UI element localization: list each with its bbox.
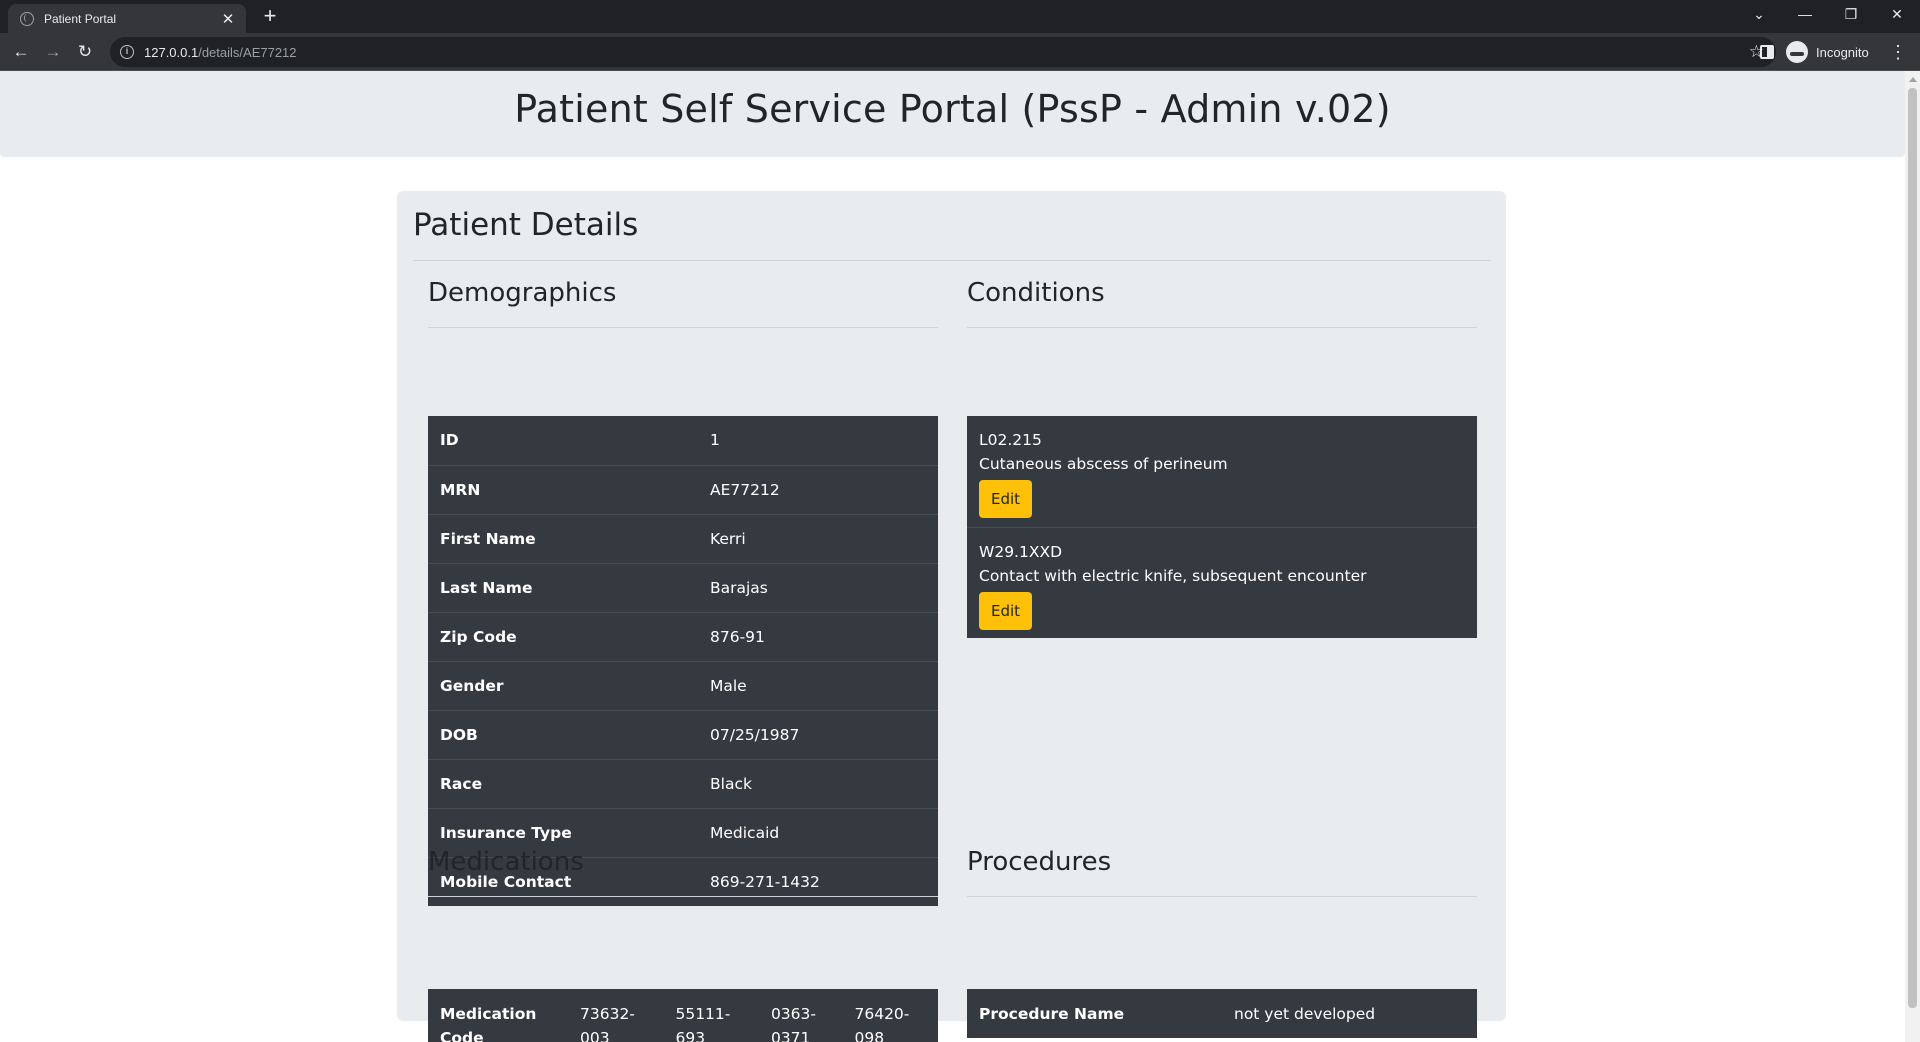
card-title: Patient Details xyxy=(413,207,639,243)
medication-code-cell: 0363- 0371 xyxy=(759,989,843,1042)
medication-key-line1: Medication xyxy=(440,1005,537,1023)
table-row: Procedure Name not yet developed xyxy=(967,989,1477,1038)
table-row: Last Name Barajas xyxy=(428,562,938,612)
demographic-value: Male xyxy=(698,660,938,710)
edit-condition-button[interactable]: Edit xyxy=(979,480,1033,518)
page-scrollbar[interactable] xyxy=(1905,71,1920,1042)
condition-description: Cutaneous abscess of perineum xyxy=(979,455,1228,473)
demographic-label: Race xyxy=(428,758,698,808)
demographic-value: 869-271-1432 xyxy=(698,856,938,906)
tab-close-icon[interactable]: ✕ xyxy=(220,10,236,28)
demographic-label: DOB xyxy=(428,709,698,759)
table-row: Race Black xyxy=(428,758,938,808)
medication-code-part: 693 xyxy=(675,1029,706,1042)
medication-code-part: 003 xyxy=(580,1029,610,1042)
medication-code-cell: 76420- 098 xyxy=(842,989,938,1042)
demographic-label: Last Name xyxy=(428,562,698,612)
medications-table: Medication Code 73632- 003 55111- 693 0363… xyxy=(428,989,938,1042)
page-title: Patient Self Service Portal (PssP - Admi… xyxy=(514,87,1391,131)
demographic-value: Medicaid xyxy=(698,807,938,857)
condition-item: L02.215 Cutaneous abscess of perineum Ed… xyxy=(967,416,1477,527)
divider xyxy=(428,327,938,328)
demographic-value: Black xyxy=(698,758,938,808)
divider xyxy=(967,327,1477,328)
table-row: Medication Code 73632- 003 55111- 693 0363… xyxy=(428,989,938,1042)
scrollbar-thumb[interactable] xyxy=(1908,88,1917,1008)
address-bar[interactable]: i 127.0.0.1/details/AE77212 ☆ xyxy=(110,37,1776,67)
medication-code-part: 0371 xyxy=(770,1029,811,1042)
procedures-title: Procedures xyxy=(967,847,1112,877)
table-row: First Name Kerri xyxy=(428,513,938,563)
demographic-value: Kerri xyxy=(698,513,938,563)
demographic-value: 876-91 xyxy=(698,611,938,661)
site-info-icon[interactable]: i xyxy=(120,45,134,59)
condition-description: Contact with electric knife, subsequent … xyxy=(979,567,1367,585)
globe-icon xyxy=(20,11,34,26)
incognito-indicator[interactable]: Incognito xyxy=(1786,37,1869,67)
tab-title: Patient Portal xyxy=(44,11,117,26)
divider xyxy=(428,896,938,897)
demographic-label: Gender xyxy=(428,660,698,710)
patient-details-card: Patient Details Demographics ID 1 MRN AE772… xyxy=(397,191,1506,1042)
browser-tab-bar: Patient Portal ✕ + ⌄ — ❐ ✕ xyxy=(0,0,1920,33)
new-tab-button[interactable]: + xyxy=(258,4,282,28)
demographic-label: ID xyxy=(440,431,459,450)
condition-code: W29.1XXD xyxy=(979,543,1063,561)
medication-code-cell: 73632- 003 xyxy=(568,989,663,1042)
tab-search-icon[interactable]: ⌄ xyxy=(1736,0,1782,28)
restore-icon[interactable]: ❐ xyxy=(1828,0,1874,28)
medication-code-part: 55111- xyxy=(675,1005,731,1023)
divider xyxy=(413,260,1490,261)
page-viewport: Patient Self Service Portal (PssP - Admi… xyxy=(0,71,1905,1042)
demographics-table: ID 1 MRN AE77212 First Name Kerri Last Name Bar… xyxy=(428,416,938,906)
minimize-icon[interactable]: — xyxy=(1782,0,1828,28)
browser-toolbar: ← → ↻ i 127.0.0.1/details/AE77212 ☆ Inco… xyxy=(0,33,1920,71)
close-window-icon[interactable]: ✕ xyxy=(1874,0,1920,28)
medication-code-cell: 55111- 693 xyxy=(663,989,758,1042)
medication-code-part: 73632- xyxy=(580,1005,635,1023)
medication-key-line2: Code xyxy=(440,1029,484,1042)
side-panel-icon[interactable] xyxy=(1760,45,1774,59)
demographic-label: Zip Code xyxy=(428,611,698,661)
divider xyxy=(967,896,1477,897)
page-header: Patient Self Service Portal (PssP - Admi… xyxy=(0,71,1905,157)
url-host: 127.0.0.1 xyxy=(144,44,199,60)
procedure-name-header: Procedure Name xyxy=(979,1004,1125,1023)
incognito-label: Incognito xyxy=(1816,44,1869,60)
condition-code: L02.215 xyxy=(979,431,1042,449)
medication-code-part: 098 xyxy=(854,1029,885,1042)
demographics-title: Demographics xyxy=(428,278,617,308)
url-path: /details/AE77212 xyxy=(198,44,297,60)
demographic-label: MRN xyxy=(428,464,698,514)
edit-condition-button[interactable]: Edit xyxy=(979,592,1033,630)
condition-item: W29.1XXD Contact with electric knife, su… xyxy=(967,527,1477,638)
medication-code-part: 0363- xyxy=(770,1005,816,1023)
demographic-value: 07/25/1987 xyxy=(698,709,938,759)
demographic-value: 1 xyxy=(710,431,720,450)
table-row: Zip Code 876-91 xyxy=(428,611,938,661)
demographic-label: First Name xyxy=(428,513,698,563)
browser-tab[interactable]: Patient Portal ✕ xyxy=(8,4,246,33)
forward-arrow-icon[interactable]: → xyxy=(40,39,66,65)
procedures-table: Procedure Name not yet developed xyxy=(967,989,1477,1038)
reload-icon[interactable]: ↻ xyxy=(72,39,98,65)
conditions-list: L02.215 Cutaneous abscess of perineum Ed… xyxy=(967,416,1477,638)
table-row: DOB 07/25/1987 xyxy=(428,709,938,759)
medication-code-header: Medication Code xyxy=(428,989,568,1042)
table-row: ID 1 xyxy=(428,416,938,465)
demographic-value: AE77212 xyxy=(698,464,938,514)
medications-title: Medications xyxy=(428,847,584,877)
browser-menu-icon[interactable]: ⋮ xyxy=(1888,39,1908,65)
scroll-up-arrow-icon[interactable] xyxy=(1909,77,1917,82)
demographic-value: Barajas xyxy=(698,562,938,612)
medication-code-part: 76420- xyxy=(854,1005,910,1023)
table-row: MRN AE77212 xyxy=(428,464,938,514)
back-arrow-icon[interactable]: ← xyxy=(8,39,34,65)
incognito-icon xyxy=(1786,41,1808,63)
conditions-title: Conditions xyxy=(967,278,1105,308)
procedure-name-value: not yet developed xyxy=(1234,1004,1376,1023)
table-row: Gender Male xyxy=(428,660,938,710)
